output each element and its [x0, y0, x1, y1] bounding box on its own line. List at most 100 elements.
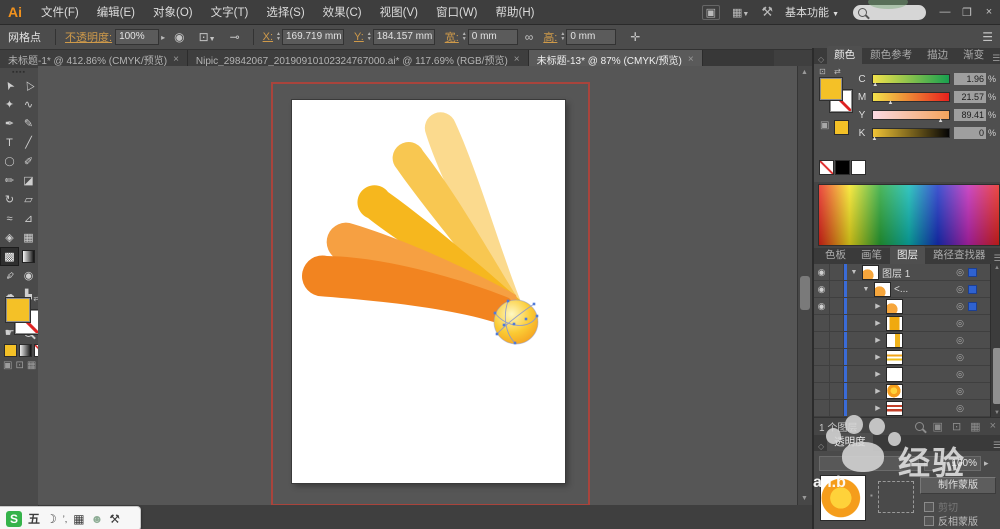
- layer-row-4[interactable]: ▶ ◎: [814, 315, 990, 332]
- ime-halfmoon-icon[interactable]: ☽: [46, 512, 57, 526]
- slider-thumb[interactable]: ▲: [938, 118, 944, 124]
- anchor-point-tool[interactable]: ✎: [19, 114, 38, 133]
- restore-button[interactable]: ❐: [956, 6, 978, 19]
- tab-color[interactable]: 颜色: [827, 46, 863, 64]
- target-icon[interactable]: ◎: [956, 335, 964, 346]
- tab-layers[interactable]: 图层: [890, 246, 925, 264]
- expander-icon[interactable]: ▶: [873, 387, 883, 395]
- lock-cell[interactable]: [830, 400, 844, 416]
- eyedropper-tool[interactable]: ✑: [0, 266, 19, 285]
- visibility-cell[interactable]: [814, 366, 830, 382]
- scroll-up-icon[interactable]: ▲: [994, 265, 1000, 271]
- layers-scroll-thumb[interactable]: [993, 348, 1000, 404]
- fill-proxy-icon[interactable]: ⊡: [819, 67, 826, 76]
- scroll-up-icon[interactable]: ▲: [801, 69, 808, 76]
- visibility-cell[interactable]: [814, 383, 830, 399]
- magenta-slider[interactable]: ▲: [872, 92, 950, 106]
- blend-mode-dropdown[interactable]: [819, 456, 919, 471]
- tab-gradient[interactable]: 渐变: [956, 46, 991, 64]
- layer-row-6[interactable]: ▶ ◎: [814, 349, 990, 366]
- clip-checkbox-row[interactable]: 剪切: [924, 499, 958, 514]
- layer-row-8[interactable]: ▶ ◎: [814, 383, 990, 400]
- white-swatch[interactable]: [851, 160, 866, 175]
- new-layer-icon[interactable]: ▦: [970, 420, 980, 433]
- expander-icon[interactable]: ▶: [873, 336, 883, 344]
- channel-value[interactable]: 1.96: [954, 73, 986, 85]
- clip-checkbox[interactable]: [924, 501, 934, 512]
- pen-tool[interactable]: ✒: [0, 114, 19, 133]
- scale-tool[interactable]: ▱: [19, 190, 38, 209]
- x-label[interactable]: X:: [263, 31, 273, 43]
- target-icon[interactable]: ◎: [956, 369, 964, 380]
- fill-swatch[interactable]: [6, 298, 30, 322]
- artwork-shuttlecock[interactable]: [38, 66, 797, 505]
- channel-value[interactable]: 21.57: [954, 91, 986, 103]
- menu-effect[interactable]: 效果(C): [314, 4, 371, 20]
- tab-swatches[interactable]: 色板: [818, 246, 853, 264]
- ime-wubi-toggle[interactable]: 五: [28, 510, 40, 527]
- width-label[interactable]: 宽:: [445, 29, 459, 45]
- cyan-slider[interactable]: ▲: [872, 74, 950, 88]
- workspace-switcher[interactable]: 基本功能 ▼: [785, 4, 839, 20]
- fill-indicator-yellow[interactable]: [820, 78, 842, 100]
- tab-brushes[interactable]: 画笔: [854, 246, 889, 264]
- target-icon[interactable]: ◎: [956, 318, 964, 329]
- x-stepper[interactable]: ▲ ▼: [276, 32, 281, 42]
- draw-inside-icon[interactable]: ▦: [27, 360, 36, 371]
- expander-icon[interactable]: ▼: [849, 269, 859, 276]
- target-icon[interactable]: ◎: [956, 267, 964, 278]
- black-swatch[interactable]: [835, 160, 850, 175]
- menu-type[interactable]: 文字(T): [202, 4, 258, 20]
- lasso-tool[interactable]: ∿: [19, 95, 38, 114]
- minimize-button[interactable]: —: [934, 6, 956, 18]
- opacity-stepper[interactable]: ▸: [161, 33, 165, 42]
- out-of-gamut-cube-icon[interactable]: ▣: [820, 120, 829, 131]
- mask-slot[interactable]: [878, 481, 914, 513]
- layer-row-7[interactable]: ▶ ◎: [814, 366, 990, 383]
- arrange-documents-icon[interactable]: ▦▼: [732, 6, 749, 19]
- visibility-cell[interactable]: [814, 315, 830, 331]
- ime-settings-wrench-icon[interactable]: ⚒: [109, 512, 120, 526]
- canvas-area[interactable]: [38, 66, 797, 505]
- panel-menu-icon[interactable]: ☰: [993, 440, 1000, 451]
- height-stepper[interactable]: ▲ ▼: [560, 32, 565, 42]
- make-mask-button[interactable]: 制作蒙版: [920, 477, 996, 494]
- selection-tool[interactable]: ➤: [0, 76, 19, 95]
- perspective-grid-tool[interactable]: ▦: [19, 228, 38, 247]
- ime-logo[interactable]: S: [6, 510, 22, 527]
- draw-normal-icon[interactable]: ▣: [3, 360, 12, 371]
- height-field[interactable]: 0 mm: [566, 29, 617, 45]
- draw-behind-icon[interactable]: ⊡: [15, 360, 23, 371]
- menu-window[interactable]: 窗口(W): [427, 4, 487, 20]
- expander-icon[interactable]: ▶: [873, 353, 883, 361]
- visibility-icon[interactable]: ◉: [814, 298, 830, 314]
- eraser-tool[interactable]: ◪: [19, 171, 38, 190]
- constrain-link-icon[interactable]: ∞: [525, 30, 534, 44]
- expander-icon[interactable]: ▼: [861, 286, 871, 293]
- y-field[interactable]: 184.157 mm: [372, 29, 435, 45]
- slider-thumb[interactable]: ▲: [872, 136, 878, 142]
- tab-stroke[interactable]: 描边: [920, 46, 955, 64]
- lock-cell[interactable]: [830, 332, 844, 348]
- target-icon[interactable]: ◎: [956, 352, 964, 363]
- new-sublayer-icon[interactable]: ⊡: [952, 420, 961, 433]
- channel-value[interactable]: 89.41: [954, 109, 986, 121]
- channel-value[interactable]: 0: [954, 127, 986, 139]
- menu-view[interactable]: 视图(V): [371, 4, 427, 20]
- tab-close-icon[interactable]: ×: [173, 54, 179, 65]
- expander-icon[interactable]: ▶: [873, 302, 883, 310]
- style-icon[interactable]: ◉: [174, 30, 184, 44]
- opacity-play-icon[interactable]: ▸: [984, 458, 989, 469]
- layer-name[interactable]: <...: [894, 284, 908, 295]
- width-tool[interactable]: ≈: [0, 209, 19, 228]
- none-swatch[interactable]: [819, 160, 834, 175]
- y-label[interactable]: Y:: [354, 31, 364, 43]
- visibility-icon[interactable]: ◉: [814, 281, 830, 297]
- layer-name[interactable]: 图层 1: [882, 265, 910, 280]
- visibility-cell[interactable]: [814, 400, 830, 416]
- tab-close-icon[interactable]: ×: [688, 54, 694, 65]
- paintbrush-tool[interactable]: ✐: [19, 152, 38, 171]
- lock-cell[interactable]: [830, 315, 844, 331]
- menu-select[interactable]: 选择(S): [257, 4, 313, 20]
- direct-selection-tool[interactable]: ▷: [19, 76, 38, 95]
